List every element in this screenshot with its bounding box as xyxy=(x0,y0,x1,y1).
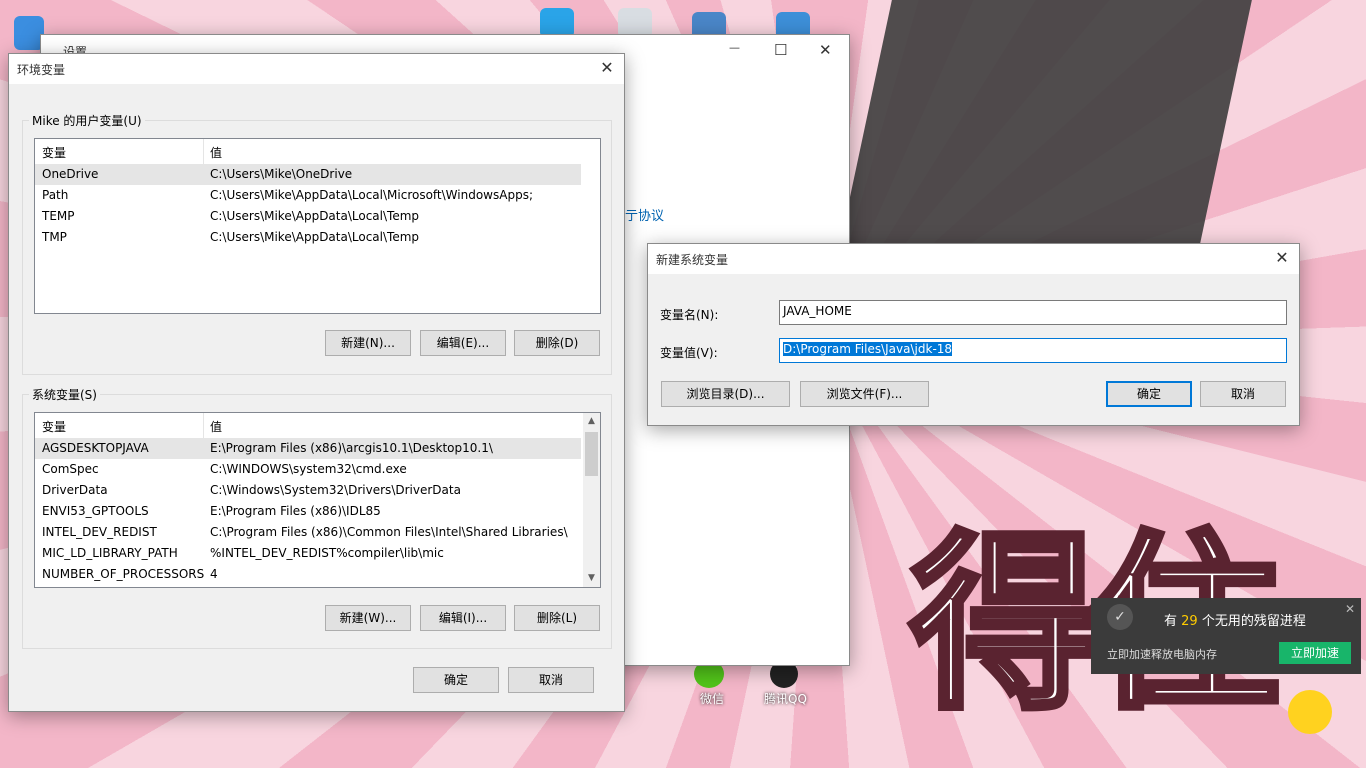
var-name: TMP xyxy=(42,230,67,244)
table-row[interactable]: ENVI53_GPTOOLS E:\Program Files (x86)\ID… xyxy=(35,501,581,522)
table-row[interactable]: TEMP C:\Users\Mike\AppData\Local\Temp xyxy=(35,206,581,227)
col-header-value[interactable]: 值 xyxy=(210,144,222,161)
col-header-var[interactable]: 变量 xyxy=(42,418,66,435)
var-value: E:\Program Files (x86)\arcgis10.1\Deskto… xyxy=(210,441,493,455)
settings-link[interactable]: 亍协议 xyxy=(625,205,664,224)
browse-file-button[interactable]: 浏览文件(F)... xyxy=(800,381,929,407)
new-var-title: 新建系统变量 xyxy=(656,253,729,267)
var-value-field[interactable]: D:\Program Files\Java\jdk-18 xyxy=(779,338,1287,363)
var-value-label: 变量值(V): xyxy=(660,346,718,360)
msg-prefix: 有 xyxy=(1164,614,1182,629)
user-vars-label: Mike 的用户变量(U) xyxy=(29,112,145,129)
user-new-button[interactable]: 新建(N)... xyxy=(325,330,411,356)
col-divider[interactable] xyxy=(203,139,204,164)
table-row[interactable]: Path C:\Users\Mike\AppData\Local\Microso… xyxy=(35,185,581,206)
table-row[interactable]: TMP C:\Users\Mike\AppData\Local\Temp xyxy=(35,227,581,248)
close-icon[interactable]: ✕ xyxy=(1345,602,1355,616)
browse-directory-button[interactable]: 浏览目录(D)... xyxy=(661,381,790,407)
var-value: C:\Users\Mike\OneDrive xyxy=(210,167,353,181)
col-header-value[interactable]: 值 xyxy=(210,418,222,435)
env-vars-dialog: 环境变量 ✕ Mike 的用户变量(U) 变量 值 OneDrive C:\Us… xyxy=(8,53,625,712)
user-vars-group: Mike 的用户变量(U) 变量 值 OneDrive C:\Users\Mik… xyxy=(22,112,612,375)
col-divider[interactable] xyxy=(203,413,204,438)
desktop-label-qq[interactable]: 腾讯QQ xyxy=(764,690,807,707)
table-row[interactable]: AGSDESKTOPJAVA E:\Program Files (x86)\ar… xyxy=(35,438,581,459)
var-value: C:\Windows\System32\Drivers\DriverData xyxy=(210,483,461,497)
var-name: AGSDESKTOPJAVA xyxy=(42,441,149,455)
table-row[interactable]: INTEL_DEV_REDIST C:\Program Files (x86)\… xyxy=(35,522,581,543)
var-name-label: 变量名(N): xyxy=(660,308,719,322)
var-value: %INTEL_DEV_REDIST%compiler\lib\mic xyxy=(210,546,444,560)
list-header: 变量 值 xyxy=(35,139,581,165)
mascot-icon[interactable] xyxy=(1288,690,1332,734)
msg-suffix: 个无用的残留进程 xyxy=(1197,614,1306,629)
var-name: DriverData xyxy=(42,483,108,497)
col-header-var[interactable]: 变量 xyxy=(42,144,66,161)
notification-message: 有 29 个无用的残留进程 xyxy=(1164,610,1306,629)
desktop-label-wechat[interactable]: 微信 xyxy=(700,690,724,707)
var-value: 4 xyxy=(210,567,218,581)
var-value: C:\Users\Mike\AppData\Local\Microsoft\Wi… xyxy=(210,188,533,202)
user-vars-list[interactable]: 变量 值 OneDrive C:\Users\Mike\OneDrive Pat… xyxy=(34,138,601,314)
maximize-button[interactable]: ☐ xyxy=(774,41,787,59)
var-name: MIC_LD_LIBRARY_PATH xyxy=(42,546,178,560)
env-ok-button[interactable]: 确定 xyxy=(413,667,499,693)
var-name: Path xyxy=(42,188,69,202)
var-name: ENVI53_GPTOOLS xyxy=(42,504,149,518)
var-value-selected-text: D:\Program Files\Java\jdk-18 xyxy=(783,342,953,356)
speed-up-button[interactable]: 立即加速 xyxy=(1279,642,1351,664)
notification-subtext: 立即加速释放电脑内存 xyxy=(1107,648,1217,661)
table-row[interactable]: ComSpec C:\WINDOWS\system32\cmd.exe xyxy=(35,459,581,480)
list-header: 变量 值 xyxy=(35,413,581,439)
system-edit-button[interactable]: 编辑(I)... xyxy=(420,605,506,631)
var-name: NUMBER_OF_PROCESSORS xyxy=(42,567,205,581)
var-value: C:\WINDOWS\system32\cmd.exe xyxy=(210,462,407,476)
cleanup-notification: ✓ 有 29 个无用的残留进程 立即加速释放电脑内存 立即加速 ✕ xyxy=(1091,598,1361,674)
close-button[interactable]: ✕ xyxy=(819,41,832,59)
env-titlebar: 环境变量 ✕ xyxy=(9,54,624,84)
scroll-down-icon[interactable]: ▼ xyxy=(583,570,600,587)
user-edit-button[interactable]: 编辑(E)... xyxy=(420,330,506,356)
vertical-scrollbar[interactable]: ▲ ▼ xyxy=(583,413,600,587)
scroll-up-icon[interactable]: ▲ xyxy=(583,413,600,430)
new-var-titlebar: 新建系统变量 ✕ xyxy=(648,244,1299,274)
var-value: C:\Users\Mike\AppData\Local\Temp xyxy=(210,230,420,244)
minimize-button[interactable]: — xyxy=(729,41,740,54)
var-name: OneDrive xyxy=(42,167,99,181)
system-new-button[interactable]: 新建(W)... xyxy=(325,605,411,631)
process-count: 29 xyxy=(1181,614,1198,629)
var-name-field[interactable]: JAVA_HOME xyxy=(779,300,1287,325)
new-var-cancel-button[interactable]: 取消 xyxy=(1200,381,1286,407)
shield-icon: ✓ xyxy=(1107,604,1133,630)
new-var-ok-button[interactable]: 确定 xyxy=(1106,381,1192,407)
var-value: E:\Program Files (x86)\IDL85 xyxy=(210,504,381,518)
table-row[interactable]: DriverData C:\Windows\System32\Drivers\D… xyxy=(35,480,581,501)
var-value: C:\Program Files (x86)\Common Files\Inte… xyxy=(210,525,568,539)
var-name: TEMP xyxy=(42,209,75,223)
close-icon[interactable]: ✕ xyxy=(1273,249,1291,267)
system-vars-label: 系统变量(S) xyxy=(29,386,100,403)
table-row[interactable]: OneDrive C:\Users\Mike\OneDrive xyxy=(35,164,581,185)
var-name: ComSpec xyxy=(42,462,99,476)
env-cancel-button[interactable]: 取消 xyxy=(508,667,594,693)
system-vars-group: 系统变量(S) 变量 值 AGSDESKTOPJAVA E:\Program F… xyxy=(22,386,612,649)
system-delete-button[interactable]: 删除(L) xyxy=(514,605,600,631)
env-title: 环境变量 xyxy=(17,63,66,77)
user-delete-button[interactable]: 删除(D) xyxy=(514,330,600,356)
close-icon[interactable]: ✕ xyxy=(598,59,616,77)
system-vars-list[interactable]: 变量 值 AGSDESKTOPJAVA E:\Program Files (x8… xyxy=(34,412,601,588)
var-name: INTEL_DEV_REDIST xyxy=(42,525,157,539)
new-system-var-dialog: 新建系统变量 ✕ 变量名(N): JAVA_HOME 变量值(V): D:\Pr… xyxy=(647,243,1300,426)
var-value: C:\Users\Mike\AppData\Local\Temp xyxy=(210,209,420,223)
scroll-thumb[interactable] xyxy=(585,432,598,476)
table-row[interactable]: NUMBER_OF_PROCESSORS 4 xyxy=(35,564,581,585)
table-row[interactable]: MIC_LD_LIBRARY_PATH %INTEL_DEV_REDIST%co… xyxy=(35,543,581,564)
